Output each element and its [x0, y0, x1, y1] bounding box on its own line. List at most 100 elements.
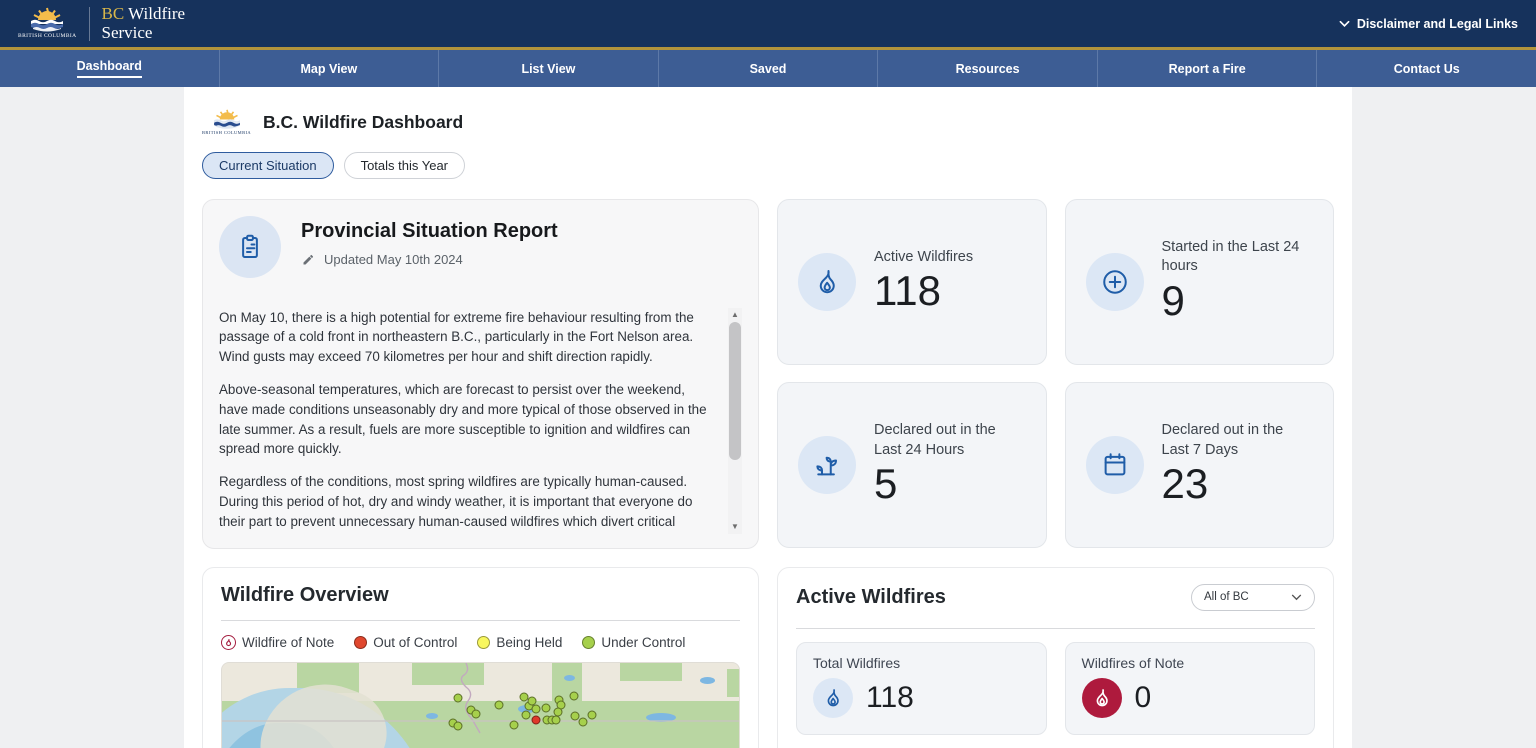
region-filter-value: All of BC — [1204, 591, 1249, 603]
report-paragraph: On May 10, there is a high potential for… — [219, 308, 716, 367]
nav-item-label: Contact Us — [1394, 62, 1460, 76]
report-body: On May 10, there is a high potential for… — [219, 308, 742, 534]
legal-links-label: Disclaimer and Legal Links — [1357, 17, 1518, 31]
wildfire-map[interactable] — [221, 662, 740, 748]
stat-card-started-24h: Started in the Last 24 hours 9 — [1065, 199, 1335, 365]
scrollbar-thumb[interactable] — [729, 322, 741, 460]
header-divider — [89, 7, 90, 41]
flame-icon — [822, 687, 844, 709]
wildfire-marker-under-control[interactable] — [454, 721, 463, 730]
bc-government-logo: BRITISH COLUMBIA — [18, 7, 77, 40]
flame-badge — [813, 678, 853, 718]
top-grid: Provincial Situation Report Updated May … — [202, 199, 1334, 549]
main-nav: Dashboard Map View List View Saved Resources… — [0, 50, 1536, 87]
clipboard-icon — [235, 232, 265, 262]
region-filter-select[interactable]: All of BC — [1191, 584, 1315, 611]
report-scrollbar[interactable]: ▲ ▼ — [728, 308, 742, 534]
wildfire-of-note-badge — [1082, 678, 1122, 718]
wildfire-marker-out-of-control[interactable] — [532, 715, 541, 724]
wildfires-of-note-row: 0 — [1082, 678, 1299, 718]
nav-item-label: List View — [521, 62, 575, 76]
chevron-down-icon — [1339, 20, 1350, 28]
wildfire-marker-under-control[interactable] — [495, 700, 504, 709]
active-wildfires-header: Active Wildfires All of BC — [796, 584, 1315, 611]
wildfire-marker-under-control[interactable] — [570, 691, 579, 700]
tab-totals-this-year[interactable]: Totals this Year — [344, 152, 465, 179]
wildfire-marker-under-control[interactable] — [522, 710, 531, 719]
stat-label: Declared out in the Last 24 Hours — [874, 421, 1026, 460]
logo-caption: BRITISH COLUMBIA — [18, 34, 77, 40]
nav-item-list-view[interactable]: List View — [438, 50, 658, 87]
brand-wildfire: Wildfire — [124, 4, 185, 23]
wildfire-marker-under-control[interactable] — [552, 715, 561, 724]
bottom-grid: Wildfire Overview Wildfire of Note Out of… — [202, 567, 1334, 748]
bc-government-logo-small: BRITISH COLUMBIA — [202, 109, 251, 136]
legend-label: Out of Control — [373, 635, 457, 650]
active-wildfires-cards: Total Wildfires 118 Wildfires of Note — [796, 642, 1315, 735]
stat-value: 23 — [1162, 460, 1314, 508]
nav-item-saved[interactable]: Saved — [658, 50, 878, 87]
nav-item-dashboard[interactable]: Dashboard — [0, 50, 219, 87]
disclaimer-legal-links[interactable]: Disclaimer and Legal Links — [1339, 17, 1518, 31]
report-text[interactable]: On May 10, there is a high potential for… — [219, 308, 742, 534]
report-title-block: Provincial Situation Report Updated May … — [301, 216, 558, 278]
divider — [221, 620, 740, 621]
nav-item-label: Resources — [956, 62, 1020, 76]
wildfire-marker-under-control[interactable] — [472, 709, 481, 718]
stat-card-declared-out-7d: Declared out in the Last 7 Days 23 — [1065, 382, 1335, 548]
page-title: B.C. Wildfire Dashboard — [263, 112, 463, 133]
stat-label: Started in the Last 24 hours — [1162, 238, 1314, 277]
legend-item-being-held: Being Held — [477, 635, 562, 650]
nav-item-report-a-fire[interactable]: Report a Fire — [1097, 50, 1317, 87]
wildfire-marker-under-control[interactable] — [579, 717, 588, 726]
sprout-icon — [812, 450, 842, 480]
wildfires-of-note-value: 0 — [1135, 681, 1152, 715]
pencil-icon — [301, 252, 316, 267]
stat-card-active-wildfires: Active Wildfires 118 — [777, 199, 1047, 365]
wildfire-marker-under-control[interactable] — [554, 707, 563, 716]
bc-sun-crest-icon — [210, 109, 244, 130]
tab-current-situation[interactable]: Current Situation — [202, 152, 334, 179]
nav-item-label: Map View — [301, 62, 358, 76]
calendar-icon — [1100, 450, 1130, 480]
flame-icon — [1091, 687, 1113, 709]
plus-circle-icon — [1100, 267, 1130, 297]
wildfires-of-note-card: Wildfires of Note 0 — [1065, 642, 1316, 735]
nav-item-label: Report a Fire — [1169, 62, 1246, 76]
wildfire-marker-under-control[interactable] — [588, 710, 597, 719]
nav-item-map-view[interactable]: Map View — [219, 50, 439, 87]
scroll-down-arrow-icon[interactable]: ▼ — [728, 520, 742, 534]
total-wildfires-card: Total Wildfires 118 — [796, 642, 1047, 735]
wildfire-marker-under-control[interactable] — [542, 703, 551, 712]
divider — [796, 628, 1315, 629]
wildfire-marker-under-control[interactable] — [454, 693, 463, 702]
nav-item-resources[interactable]: Resources — [877, 50, 1097, 87]
total-wildfires-value: 118 — [866, 681, 914, 715]
wildfire-marker-under-control[interactable] — [532, 704, 541, 713]
logo-caption: BRITISH COLUMBIA — [202, 131, 251, 136]
report-header: Provincial Situation Report Updated May … — [219, 216, 742, 278]
report-paragraph: Regardless of the conditions, most sprin… — [219, 472, 716, 533]
under-control-dot-icon — [582, 636, 595, 649]
dashboard-page: BRITISH COLUMBIA B.C. Wildfire Dashboard… — [184, 87, 1352, 748]
nav-item-contact-us[interactable]: Contact Us — [1316, 50, 1536, 87]
brand-wordmark: BC Wildfire Service — [102, 5, 186, 42]
brand-bc: BC — [102, 4, 125, 23]
report-updated: Updated May 10th 2024 — [301, 252, 558, 267]
stat-icon-badge — [798, 436, 856, 494]
legend-item-wildfire-of-note: Wildfire of Note — [221, 635, 334, 650]
wildfire-overview-title: Wildfire Overview — [221, 584, 740, 607]
scroll-up-arrow-icon[interactable]: ▲ — [728, 308, 742, 322]
report-updated-label: Updated May 10th 2024 — [324, 252, 463, 267]
legend-label: Under Control — [601, 635, 685, 650]
stat-card-declared-out-24h: Declared out in the Last 24 Hours 5 — [777, 382, 1047, 548]
bc-sun-crest-icon — [26, 7, 68, 33]
map-markers-layer — [222, 663, 739, 748]
chevron-down-icon — [1291, 594, 1302, 601]
nav-item-label: Saved — [750, 62, 787, 76]
wildfire-marker-under-control[interactable] — [510, 720, 519, 729]
map-legend: Wildfire of Note Out of Control Being Held… — [221, 635, 740, 650]
page-title-row: BRITISH COLUMBIA B.C. Wildfire Dashboard — [202, 109, 1334, 136]
stat-value: 9 — [1162, 277, 1314, 325]
report-icon-badge — [219, 216, 281, 278]
